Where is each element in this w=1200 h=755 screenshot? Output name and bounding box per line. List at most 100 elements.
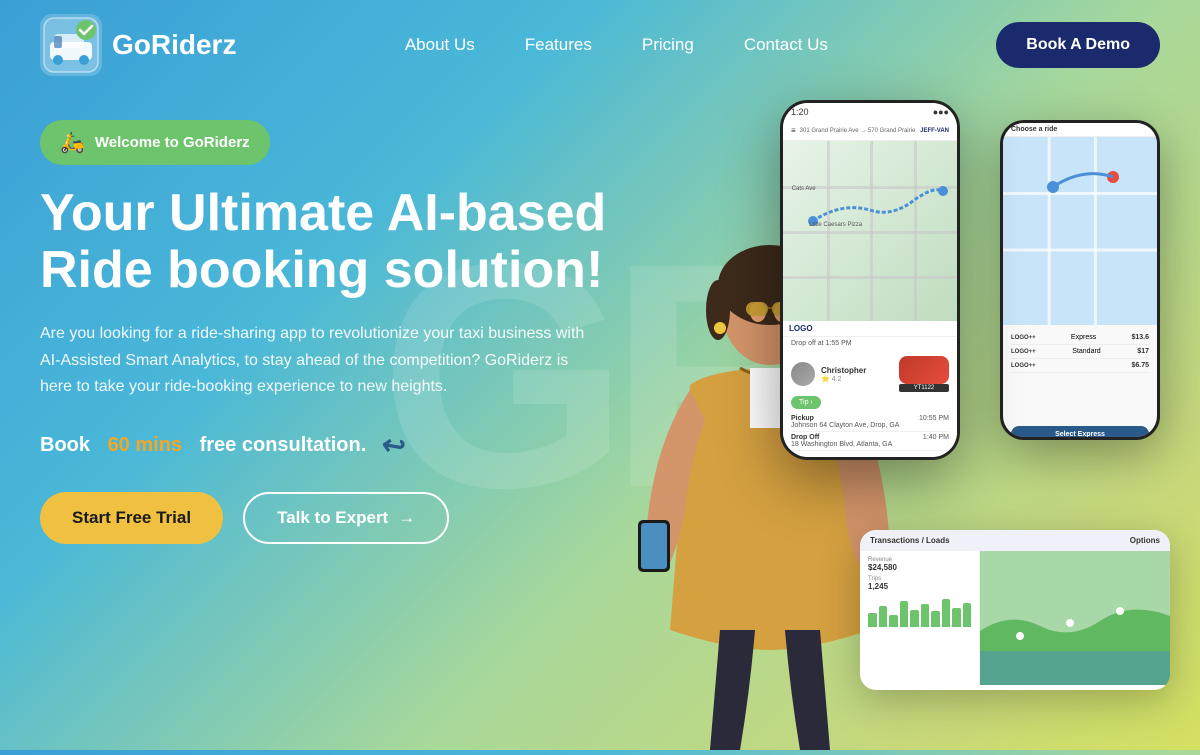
ride-option-0: LOGO++ Express $13.6: [1011, 331, 1149, 345]
car-section: YT1122: [899, 356, 949, 392]
dash-stat-2: Trips 1,245: [868, 576, 971, 591]
logo-text: GoRiderz: [112, 29, 236, 61]
dash-header-right: Options: [1130, 536, 1160, 545]
dash-map-panel: [980, 551, 1170, 685]
phone-screen: 1:20 ●●● ≡ 301 Grand Prairie Ave → 570 G…: [783, 103, 957, 457]
pickup-info: Pickup Johnson 64 Clayton Ave, Drop, GA: [791, 415, 899, 429]
bar: [879, 606, 888, 627]
bar: [952, 608, 961, 627]
dash-map-svg: [980, 551, 1170, 685]
dash-header: Transactions / Loads Options: [860, 530, 1170, 551]
hero-description: Are you looking for a ride-sharing app t…: [40, 321, 600, 400]
start-free-trial-button[interactable]: Start Free Trial: [40, 492, 223, 544]
driver-avatar: [791, 362, 815, 386]
hero-title: Your Ultimate AI-based Ride booking solu…: [40, 185, 640, 299]
pickup-time: 10:55 PM: [919, 415, 949, 429]
hero-left: 🛵 Welcome to GoRiderz Your Ultimate AI-b…: [40, 100, 640, 750]
dropoff-addr: 18 Washington Blvd, Atlanta, GA: [791, 441, 892, 448]
consult-book: Book: [40, 434, 90, 457]
bar: [889, 615, 898, 627]
nav-pricing[interactable]: Pricing: [642, 35, 694, 54]
ride-option-1: LOGO++ Standard $17: [1011, 345, 1149, 359]
phone-status-bar: 1:20 ●●●: [783, 103, 957, 121]
dash-header-left: Transactions / Loads: [870, 536, 950, 545]
dash-bars: [868, 597, 971, 627]
phone-second-screen: Choose a ride: [1003, 123, 1157, 437]
arrow-right-icon: →: [398, 508, 415, 528]
driver-info: Christopher ⭐ 4.2: [821, 366, 893, 383]
dropoff-info: Drop Off 18 Washington Blvd, Atlanta, GA: [791, 434, 892, 448]
map-label: Cats Ave: [792, 186, 816, 192]
welcome-badge-text: Welcome to GoRiderz: [95, 134, 250, 151]
book-demo-button[interactable]: Book A Demo: [996, 22, 1160, 68]
phone-route-bar: ≡ 301 Grand Prairie Ave → 570 Grand Prai…: [783, 121, 957, 141]
stat-value-1: $24,580: [868, 563, 971, 572]
logo-on-phone: LOGO: [783, 321, 957, 337]
pickup-addr: Johnson 64 Clayton Ave, Drop, GA: [791, 422, 899, 429]
dash-left-panel: Revenue $24,580 Trips 1,245: [860, 551, 980, 685]
phone-main: 1:20 ●●● ≡ 301 Grand Prairie Ave → 570 G…: [780, 100, 960, 460]
phone-signal: ●●●: [933, 107, 949, 117]
arrow-icon: ↩: [380, 427, 409, 464]
bar: [900, 601, 909, 627]
ride-logo-2: LOGO++: [1011, 363, 1036, 369]
route-text: 301 Grand Prairie Ave → 570 Grand Prairi…: [800, 128, 916, 134]
bar: [931, 611, 940, 627]
ride-logo-1: LOGO++: [1011, 349, 1036, 355]
second-phone-map: [1003, 137, 1157, 325]
driver-rating: ⭐ 4.2: [821, 375, 893, 383]
bar: [921, 604, 930, 627]
dashboard-panel: Transactions / Loads Options Revenue $24…: [860, 530, 1170, 690]
second-phone-header: Choose a ride: [1003, 123, 1157, 137]
driver-row: Christopher ⭐ 4.2 YT1122: [791, 356, 949, 392]
expert-label: Talk to Expert: [277, 508, 388, 528]
pickup-item: Pickup Johnson 64 Clayton Ave, Drop, GA …: [791, 413, 949, 432]
talk-to-expert-button[interactable]: Talk to Expert →: [243, 492, 449, 544]
cta-buttons: Start Free Trial Talk to Expert →: [40, 492, 640, 544]
bar: [942, 599, 951, 627]
drop-time: Drop off at 1:55 PM: [783, 337, 957, 350]
dropoff-item: Drop Off 18 Washington Blvd, Atlanta, GA…: [791, 432, 949, 451]
nav-about[interactable]: About Us: [405, 35, 475, 54]
pickup-label: Pickup: [791, 415, 899, 422]
nav-features[interactable]: Features: [525, 35, 592, 54]
badge-icon: 🛵: [60, 130, 85, 155]
dash-content: Revenue $24,580 Trips 1,245: [860, 551, 1170, 685]
consult-highlight: 60 mins: [108, 434, 182, 457]
navbar: GoRiderz About Us Features Pricing Conta…: [0, 0, 1200, 90]
tip-button[interactable]: Tip ›: [791, 396, 821, 409]
nav-links: About Us Features Pricing Contact Us: [405, 35, 828, 55]
hero-section: 🛵 Welcome to GoRiderz Your Ultimate AI-b…: [0, 90, 1200, 750]
bar: [963, 603, 972, 628]
driver-name: Christopher: [821, 366, 893, 375]
map-label2: Little Caesars Pizza: [809, 222, 862, 228]
ride-name-0: Express: [1071, 334, 1096, 341]
second-panel: LOGO++ Express $13.6 LOGO++ Standard $17…: [1003, 325, 1157, 440]
ride-option-2: LOGO++ $6.75: [1011, 359, 1149, 373]
plate-badge: YT1122: [899, 384, 949, 392]
phone-time: 1:20: [791, 107, 809, 117]
bar: [868, 613, 877, 627]
phone-map: Cats Ave Little Caesars Pizza: [783, 141, 957, 321]
consult-free: free consultation.: [200, 434, 367, 457]
car-image: [899, 356, 949, 384]
booking-panel: Christopher ⭐ 4.2 YT1122 Tip ›: [783, 350, 957, 457]
ride-price-0: $13.6: [1131, 334, 1149, 341]
logo-icon: [40, 14, 102, 76]
nav-contact[interactable]: Contact Us: [744, 35, 828, 54]
bar: [910, 610, 919, 628]
ride-price-2: $6.75: [1131, 362, 1149, 369]
dash-stat-1: Revenue $24,580: [868, 557, 971, 572]
user-label: JEFF-VAN: [920, 128, 949, 134]
route-details: Pickup Johnson 64 Clayton Ave, Drop, GA …: [791, 413, 949, 451]
logo-area: GoRiderz: [40, 14, 236, 76]
dropoff-label: Drop Off: [791, 434, 892, 441]
consultation-text: Book 60 mins free consultation. ↩: [40, 429, 640, 462]
ride-name-1: Standard: [1072, 348, 1100, 355]
phone-second: Choose a ride: [1000, 120, 1160, 440]
second-map-svg: [1003, 137, 1157, 325]
dropoff-time: 1:40 PM: [923, 434, 949, 448]
stat-value-2: 1,245: [868, 582, 971, 591]
welcome-badge: 🛵 Welcome to GoRiderz: [40, 120, 270, 165]
select-express-button[interactable]: Select Express: [1011, 426, 1149, 440]
